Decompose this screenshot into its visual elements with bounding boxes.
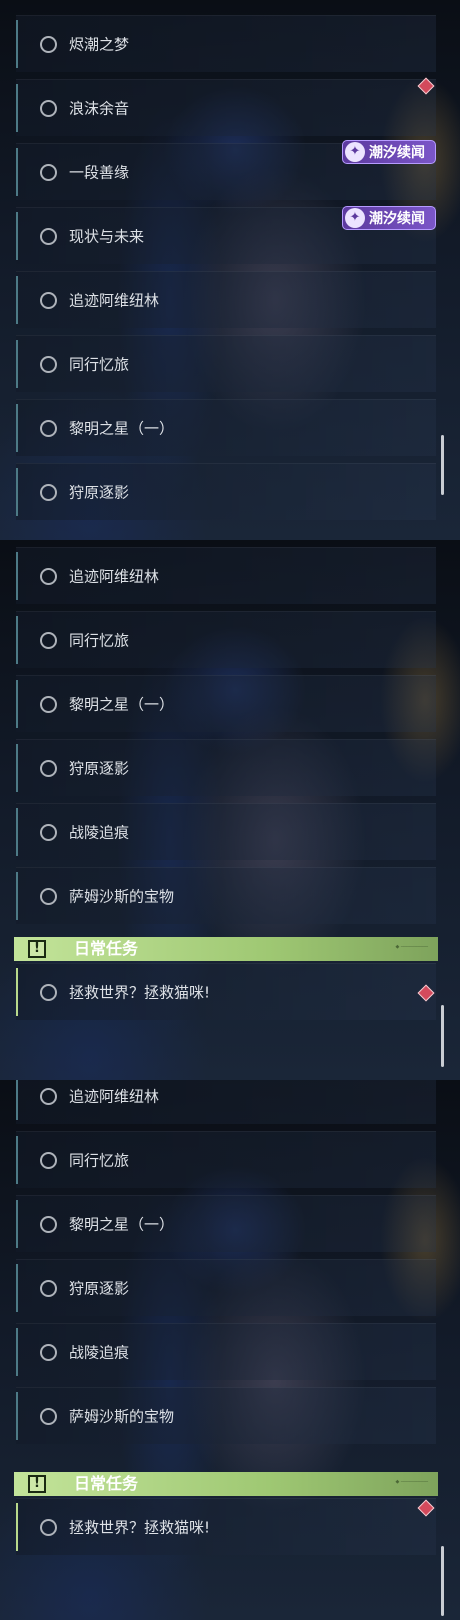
empty-circle-icon xyxy=(40,1215,57,1233)
quest-item[interactable]: 追迹阿维纽林 xyxy=(16,547,436,604)
daily-quest-header: ! 日常任务 ◆ ───────── xyxy=(14,937,438,961)
quest-item[interactable]: 追迹阿维纽林 xyxy=(16,271,436,328)
empty-circle-icon xyxy=(40,759,57,777)
empty-circle-icon xyxy=(40,99,57,117)
quest-list-panel-2: 追迹阿维纽林 同行忆旅 黎明之星（一） 狩原逐影 战陵追痕 萨姆沙斯的宝物 ! … xyxy=(0,540,460,1080)
quest-item[interactable]: 同行忆旅 xyxy=(16,611,436,668)
quest-item[interactable]: 浪沫余音 xyxy=(16,79,436,136)
empty-circle-icon xyxy=(40,567,57,585)
quest-label: 烬潮之梦 xyxy=(69,35,130,54)
quest-item[interactable]: 狩原逐影 xyxy=(16,463,436,520)
tide-badge: ✦ 潮汐续闻 xyxy=(342,206,436,230)
quest-label: 同行忆旅 xyxy=(69,1151,130,1170)
quest-item[interactable]: 战陵追痕 xyxy=(16,1323,436,1380)
header-decoration: ◆ ───────── xyxy=(395,1479,428,1485)
empty-circle-icon xyxy=(40,1518,57,1536)
quest-label: 同行忆旅 xyxy=(69,355,130,374)
quest-label: 现状与未来 xyxy=(69,227,145,246)
quest-label: 黎明之星（一） xyxy=(69,419,175,438)
quest-item[interactable]: 同行忆旅 xyxy=(16,1131,436,1188)
empty-circle-icon xyxy=(40,1087,57,1105)
tide-swirl-icon: ✦ xyxy=(345,142,365,162)
quest-label: 同行忆旅 xyxy=(69,631,130,650)
quest-label: 战陵追痕 xyxy=(69,1343,130,1362)
quest-label: 追迹阿维纽林 xyxy=(69,567,160,586)
empty-circle-icon xyxy=(40,631,57,649)
empty-circle-icon xyxy=(40,887,57,905)
quest-label: 黎明之星（一） xyxy=(69,1215,175,1234)
quest-item[interactable]: 萨姆沙斯的宝物 xyxy=(16,1387,436,1444)
quest-label: 狩原逐影 xyxy=(69,759,130,778)
quest-label: 浪沫余音 xyxy=(69,99,130,118)
daily-quest-item[interactable]: 拯救世界？拯救猫咪! xyxy=(16,963,436,1020)
daily-quest-item[interactable]: 拯救世界？拯救猫咪! xyxy=(16,1498,436,1555)
empty-circle-icon xyxy=(40,355,57,373)
empty-circle-icon xyxy=(40,983,57,1001)
quest-item[interactable]: 狩原逐影 xyxy=(16,739,436,796)
quest-list-panel-1: 烬潮之梦 浪沫余音 一段善缘 现状与未来 追迹阿维纽林 同行忆旅 黎明之星（一）… xyxy=(0,0,460,540)
quest-label: 拯救世界？拯救猫咪! xyxy=(69,983,211,1002)
quest-label: 黎明之星（一） xyxy=(69,695,175,714)
quest-item[interactable]: 黎明之星（一） xyxy=(16,1195,436,1252)
empty-circle-icon xyxy=(40,483,57,501)
scrollbar[interactable] xyxy=(441,435,444,495)
daily-header-label: 日常任务 xyxy=(74,1474,139,1493)
quest-label: 狩原逐影 xyxy=(69,1279,130,1298)
quest-label: 战陵追痕 xyxy=(69,823,130,842)
empty-circle-icon xyxy=(40,163,57,181)
tide-swirl-icon: ✦ xyxy=(345,208,365,228)
quest-label: 狩原逐影 xyxy=(69,483,130,502)
quest-label: 萨姆沙斯的宝物 xyxy=(69,887,175,906)
quest-list-panel-3: 追迹阿维纽林 同行忆旅 黎明之星（一） 狩原逐影 战陵追痕 萨姆沙斯的宝物 ! … xyxy=(0,1080,460,1620)
scrollbar[interactable] xyxy=(441,1005,444,1067)
header-decoration: ◆ ───────── xyxy=(395,944,428,950)
quest-item[interactable]: 追迹阿维纽林 xyxy=(16,1080,436,1124)
daily-quest-header: ! 日常任务 ◆ ───────── xyxy=(14,1472,438,1496)
empty-circle-icon xyxy=(40,1407,57,1425)
scrollbar[interactable] xyxy=(441,1546,444,1616)
badge-label: 潮汐续闻 xyxy=(369,145,425,161)
empty-circle-icon xyxy=(40,1343,57,1361)
quest-label: 追迹阿维纽林 xyxy=(69,1087,160,1106)
empty-circle-icon xyxy=(40,1151,57,1169)
quest-item[interactable]: 烬潮之梦 xyxy=(16,15,436,72)
quest-label: 萨姆沙斯的宝物 xyxy=(69,1407,175,1426)
quest-item[interactable]: 狩原逐影 xyxy=(16,1259,436,1316)
quest-item[interactable]: 萨姆沙斯的宝物 xyxy=(16,867,436,924)
quest-label: 拯救世界？拯救猫咪! xyxy=(69,1518,211,1537)
quest-item[interactable]: 战陵追痕 xyxy=(16,803,436,860)
empty-circle-icon xyxy=(40,291,57,309)
tide-badge: ✦ 潮汐续闻 xyxy=(342,140,436,164)
quest-item[interactable]: 同行忆旅 xyxy=(16,335,436,392)
empty-circle-icon xyxy=(40,695,57,713)
quest-label: 一段善缘 xyxy=(69,163,130,182)
exclamation-box-icon: ! xyxy=(28,940,46,958)
empty-circle-icon xyxy=(40,823,57,841)
empty-circle-icon xyxy=(40,419,57,437)
empty-circle-icon xyxy=(40,1279,57,1297)
quest-item[interactable]: 黎明之星（一） xyxy=(16,399,436,456)
quest-item[interactable]: 黎明之星（一） xyxy=(16,675,436,732)
daily-header-label: 日常任务 xyxy=(74,939,139,958)
quest-label: 追迹阿维纽林 xyxy=(69,291,160,310)
empty-circle-icon xyxy=(40,35,57,53)
empty-circle-icon xyxy=(40,227,57,245)
exclamation-box-icon: ! xyxy=(28,1475,46,1493)
badge-label: 潮汐续闻 xyxy=(369,211,425,227)
